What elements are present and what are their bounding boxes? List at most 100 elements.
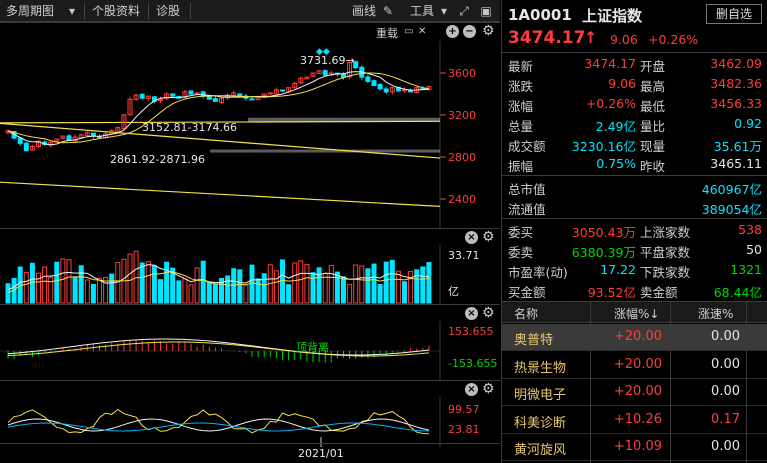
window-restore-icon[interactable]: ▣ bbox=[478, 3, 494, 19]
chevron-down-icon[interactable]: ▾ bbox=[436, 3, 452, 19]
kline-chart[interactable] bbox=[0, 41, 500, 229]
gear-icon[interactable]: ⚙ bbox=[482, 305, 495, 321]
header-change-pct[interactable]: 涨幅%↓ bbox=[614, 305, 659, 322]
multi-period-button[interactable]: 多周期图 bbox=[6, 2, 54, 20]
candle bbox=[383, 88, 389, 93]
candle bbox=[188, 90, 194, 95]
volume-bar bbox=[365, 268, 371, 304]
window-icon[interactable]: ▭ bbox=[404, 26, 416, 38]
draw-line-button[interactable]: 画线 bbox=[352, 2, 376, 20]
volume-bar bbox=[414, 269, 420, 304]
gear-icon[interactable]: ⚙ bbox=[482, 229, 495, 245]
osc-axis-bottom: 23.81 bbox=[448, 423, 480, 436]
fullscreen-icon[interactable]: ⤢ bbox=[456, 3, 472, 19]
header-speed[interactable]: 涨速% bbox=[698, 305, 733, 322]
volume-bar bbox=[408, 270, 414, 304]
candle bbox=[322, 70, 328, 76]
quote-label: 总市值 bbox=[508, 182, 546, 197]
volume-bar bbox=[151, 265, 157, 304]
quote-value: 3456.33 bbox=[710, 96, 762, 111]
axis-tick-2400: 2400 bbox=[448, 193, 476, 206]
volume-chart[interactable] bbox=[0, 245, 500, 305]
zoom-in-icon[interactable]: + bbox=[446, 25, 459, 38]
kline-panel[interactable]: 重载 ▭ ✕ + − ⚙ ◆◆ 3731.69→ 3152.81-3174.66… bbox=[0, 22, 500, 229]
upper-band-label: 3152.81-3174.66 bbox=[142, 121, 237, 134]
stock-name: 奥普特 bbox=[514, 333, 554, 348]
volume-bar bbox=[292, 262, 298, 304]
divider bbox=[84, 3, 85, 19]
ranking-row[interactable]: 黄河旋风 +10.09 0.00 bbox=[502, 434, 767, 461]
zoom-out-icon[interactable]: − bbox=[463, 25, 476, 38]
macd-axis-bottom: -153.655 bbox=[448, 357, 498, 370]
volume-bar bbox=[225, 275, 231, 304]
candle bbox=[267, 92, 273, 95]
change-speed: 0.00 bbox=[711, 356, 740, 372]
close-icon[interactable]: × bbox=[465, 383, 478, 396]
quote-row: 委卖 6380.39万 平盘家数 50 bbox=[502, 240, 767, 260]
volume-bar bbox=[243, 284, 249, 304]
divider bbox=[502, 175, 767, 176]
candle bbox=[139, 93, 145, 99]
candle bbox=[249, 98, 255, 101]
tools-button[interactable]: 工具 bbox=[410, 2, 434, 20]
quote-label: 成交额 bbox=[508, 139, 546, 154]
price-change: 9.06 bbox=[610, 32, 638, 47]
header-name[interactable]: 名称 bbox=[514, 305, 538, 322]
quote-row: 涨幅 +0.26% 最低 3456.33 bbox=[502, 94, 767, 114]
close-icon[interactable]: ✕ bbox=[418, 26, 430, 38]
quote-value: 17.22 bbox=[600, 262, 636, 277]
ranking-row[interactable]: 明微电子 +20.00 0.00 bbox=[502, 379, 767, 406]
volume-panel[interactable]: × ⚙ 33.71 亿 bbox=[0, 228, 500, 305]
candle bbox=[170, 93, 176, 97]
remove-favorite-button[interactable]: 删自选 bbox=[706, 4, 762, 24]
chart-toolbar: 多周期图 ▾ 个股资料 诊股 画线 ✎ 工具 ▾ ⤢ ▣ bbox=[0, 0, 500, 22]
quote-label: 总量 bbox=[508, 119, 534, 134]
macd-chart[interactable] bbox=[0, 321, 500, 381]
oscillator-chart[interactable] bbox=[0, 397, 500, 447]
quote-row: 最新 3474.17 开盘 3462.09 bbox=[502, 54, 767, 74]
macd-panel[interactable]: × ⚙ 顶背离 153.655 -153.655 bbox=[0, 304, 500, 381]
volume-bar bbox=[341, 276, 346, 304]
axis-tick-2800: 2800 bbox=[448, 151, 476, 164]
quote-label: 振幅 bbox=[508, 159, 534, 174]
volume-bar bbox=[383, 261, 389, 304]
quote-label: 涨幅 bbox=[508, 99, 534, 114]
quote-value: 460967亿 bbox=[701, 182, 762, 197]
volume-bar bbox=[158, 279, 163, 304]
gear-icon[interactable]: ⚙ bbox=[482, 23, 495, 39]
diagnose-button[interactable]: 诊股 bbox=[156, 2, 180, 20]
volume-bar bbox=[322, 272, 328, 304]
candle bbox=[90, 132, 96, 137]
close-icon[interactable]: × bbox=[465, 231, 478, 244]
quote-value: 68.44亿 bbox=[713, 285, 762, 300]
up-arrow-icon: ↑ bbox=[584, 28, 598, 47]
quote-label: 卖金额 bbox=[640, 285, 678, 300]
quote-row: 涨跌 9.06 最高 3482.36 bbox=[502, 74, 767, 94]
quote-panel: 1A0001 上证指数 删自选 3474.17 ↑ 9.06 +0.26% 最新… bbox=[501, 0, 767, 463]
volume-bar bbox=[255, 278, 261, 304]
chevron-down-icon[interactable]: ▾ bbox=[64, 3, 80, 19]
stock-info-button[interactable]: 个股资料 bbox=[92, 2, 140, 20]
pencil-icon[interactable]: ✎ bbox=[380, 3, 396, 19]
ranking-row[interactable]: 热景生物 +20.00 0.00 bbox=[502, 352, 767, 379]
gear-icon[interactable]: ⚙ bbox=[482, 381, 495, 397]
macd-axis-top: 153.655 bbox=[448, 325, 494, 338]
ranking-row[interactable]: 科美诊断 +10.26 0.17 bbox=[502, 407, 767, 434]
close-icon[interactable]: × bbox=[465, 307, 478, 320]
ranking-row[interactable]: 奥普特 +20.00 0.00 bbox=[502, 324, 767, 351]
oscillator-panel[interactable]: × ⚙ 99.57 23.81 2021/01 bbox=[0, 380, 500, 463]
volume-bar bbox=[60, 258, 66, 304]
high-price-label: 3731.69→ bbox=[300, 54, 355, 67]
quote-label: 市盈率(动) bbox=[508, 265, 568, 280]
quote-row: 成交额 3230.16亿 现量 35.61万 bbox=[502, 134, 767, 154]
quote-value: 3465.11 bbox=[710, 156, 762, 171]
overlay-button[interactable]: 重载 bbox=[376, 25, 398, 41]
volume-bar bbox=[261, 273, 267, 304]
volume-bar bbox=[200, 260, 206, 304]
axis-tick-3200: 3200 bbox=[448, 109, 476, 122]
volume-bar bbox=[353, 264, 359, 304]
volume-bar bbox=[371, 263, 377, 304]
volume-bar bbox=[194, 267, 200, 304]
volume-bar bbox=[176, 280, 182, 304]
volume-bar bbox=[145, 261, 151, 304]
